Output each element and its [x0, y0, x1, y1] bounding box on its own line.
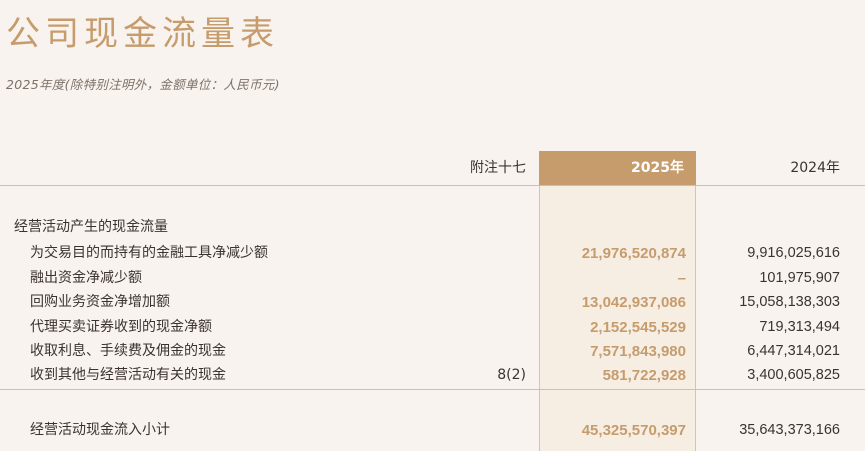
- table-row: 收到其他与经营活动有关的现金 8(2) 581,722,928 3,400,60…: [0, 363, 865, 388]
- page-title: 公司现金流量表: [6, 14, 279, 54]
- column-header-2025: 2025年: [539, 151, 696, 185]
- table-row: 回购业务资金净增加额 13,042,937,086 15,058,138,303: [0, 290, 865, 315]
- row-value-2024: 6,447,314,021: [747, 343, 840, 359]
- row-note: 8(2): [497, 367, 526, 383]
- table-row: 收取利息、手续费及佣金的现金 7,571,843,980 6,447,314,0…: [0, 339, 865, 364]
- row-value-2025: 7,571,843,980: [590, 343, 686, 360]
- row-label: 收到其他与经营活动有关的现金: [30, 367, 226, 383]
- row-value-2025: 2,152,545,529: [590, 319, 686, 336]
- row-label: 收取利息、手续费及佣金的现金: [30, 343, 226, 359]
- column-header-note: 附注十七: [470, 160, 526, 176]
- table-header: 附注十七 2025年 2024年: [0, 151, 865, 185]
- subtotal-divider: [0, 389, 865, 390]
- table-row: 融出资金净减少额 – 101,975,907: [0, 266, 865, 291]
- table-row: 为交易目的而持有的金融工具净减少额 21,976,520,874 9,916,0…: [0, 241, 865, 266]
- row-value-2025: –: [677, 270, 686, 287]
- row-label: 融出资金净减少额: [30, 270, 142, 286]
- row-value-2024: 15,058,138,303: [739, 294, 840, 310]
- row-label: 为交易目的而持有的金融工具净减少额: [30, 245, 268, 261]
- subtotal-value-2024: 35,643,373,166: [739, 422, 840, 438]
- section-heading: 经营活动产生的现金流量: [14, 219, 168, 235]
- subtotal-value-2025: 45,325,570,397: [581, 422, 686, 439]
- row-value-2024: 3,400,605,825: [747, 367, 840, 383]
- row-label: 回购业务资金净增加额: [30, 294, 170, 310]
- subtitle: 2025年度(除特别注明外，金额单位：人民币元): [6, 77, 280, 92]
- subtotal-row: 经营活动现金流入小计 45,325,570,397 35,643,373,166: [0, 418, 865, 443]
- row-value-2024: 719,313,494: [759, 319, 840, 335]
- subtotal-label: 经营活动现金流入小计: [30, 422, 170, 438]
- row-label: 代理买卖证券收到的现金净额: [30, 319, 212, 335]
- table-row: 代理买卖证券收到的现金净额 2,152,545,529 719,313,494: [0, 315, 865, 340]
- column-header-2024: 2024年: [790, 160, 840, 176]
- row-value-2024: 101,975,907: [759, 270, 840, 286]
- row-value-2025: 581,722,928: [602, 367, 686, 384]
- row-value-2024: 9,916,025,616: [747, 245, 840, 261]
- row-value-2025: 13,042,937,086: [581, 294, 686, 311]
- header-divider: [0, 185, 865, 186]
- row-value-2025: 21,976,520,874: [581, 245, 686, 262]
